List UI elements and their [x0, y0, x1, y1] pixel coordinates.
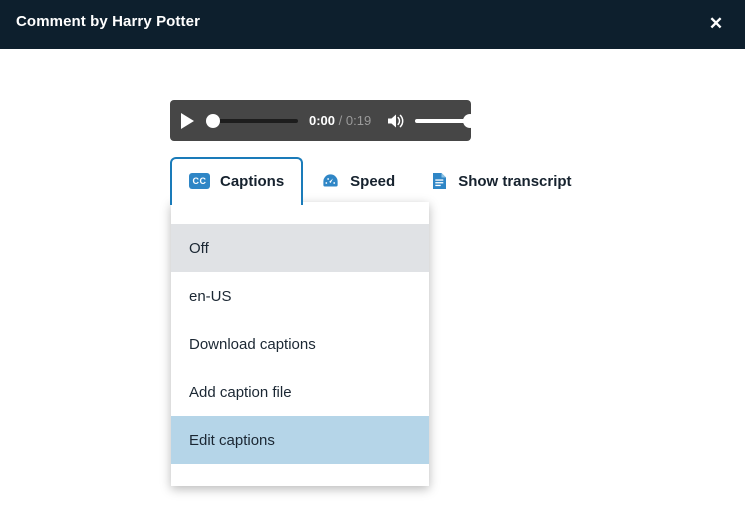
- close-icon[interactable]: ✕: [703, 10, 729, 36]
- seek-track: [212, 118, 298, 123]
- volume-slider[interactable]: [415, 100, 478, 141]
- cc-icon: CC: [189, 173, 210, 189]
- current-time: 0:00: [309, 113, 336, 128]
- page-title: Comment by Harry Potter: [16, 13, 201, 30]
- show-transcript-button-label: Show transcript: [458, 172, 572, 190]
- speed-button[interactable]: Speed: [303, 157, 413, 205]
- captions-button[interactable]: CC Captions: [170, 157, 304, 205]
- time-separator: /: [338, 113, 343, 128]
- menu-item-off[interactable]: Off: [171, 224, 429, 272]
- volume-icon-glyph: [388, 114, 404, 127]
- modal-header: Comment by Harry Potter ✕: [0, 0, 745, 49]
- show-transcript-button[interactable]: Show transcript: [413, 157, 589, 205]
- audio-player: 0:00 / 0:19: [170, 100, 478, 141]
- seek-slider[interactable]: [206, 100, 298, 141]
- modal-body: 0:00 / 0:19 CC Captions Speed Show trans…: [0, 49, 745, 507]
- captions-dropdown-menu: Off en-US Download captions Add caption …: [171, 202, 429, 486]
- play-triangle: [180, 112, 194, 129]
- captions-button-label: Captions: [220, 172, 285, 190]
- total-duration: 0:19: [345, 113, 372, 128]
- volume-icon[interactable]: [381, 100, 411, 141]
- menu-item-add-caption-file[interactable]: Add caption file: [171, 368, 429, 416]
- speed-button-label: Speed: [350, 172, 396, 190]
- speedometer-icon: [323, 173, 338, 187]
- document-icon: [433, 173, 447, 189]
- player-toolbar: CC Captions Speed Show transcript: [170, 157, 590, 205]
- menu-item-download-captions[interactable]: Download captions: [171, 320, 429, 368]
- volume-knob[interactable]: [463, 113, 478, 128]
- time-display: 0:00 / 0:19: [309, 113, 371, 128]
- menu-item-en-us[interactable]: en-US: [171, 272, 429, 320]
- volume-track: [415, 118, 470, 123]
- seek-knob[interactable]: [206, 113, 220, 128]
- menu-item-edit-captions[interactable]: Edit captions: [171, 416, 429, 464]
- play-icon[interactable]: [170, 100, 204, 141]
